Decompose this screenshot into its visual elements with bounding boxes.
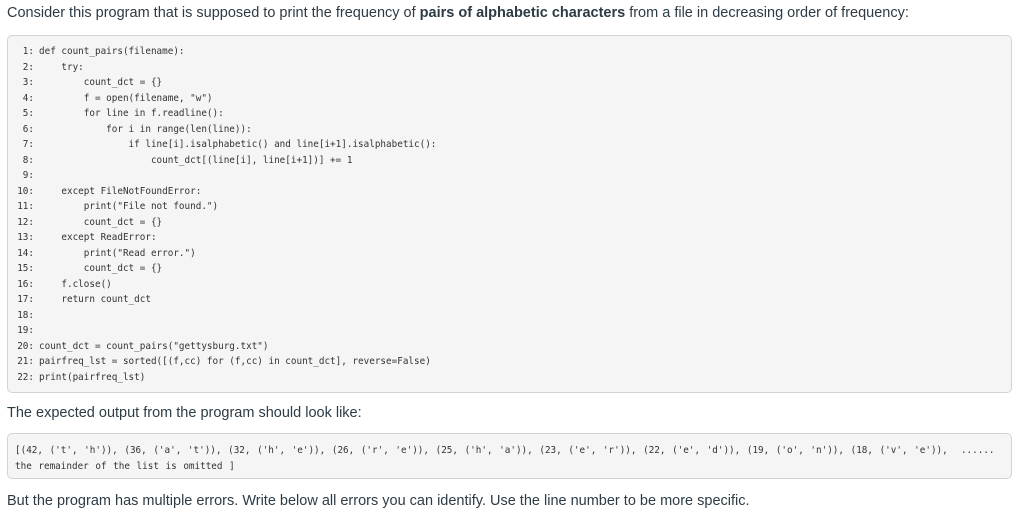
code-line: 19:: [8, 323, 1011, 339]
intro-before: Consider this program that is supposed t…: [7, 5, 420, 21]
line-code: print("Read error."): [39, 247, 196, 259]
line-number: 22:: [17, 371, 34, 383]
line-code: count_dct[(line[i], line[i+1])] += 1: [39, 154, 353, 166]
line-number: 20:: [17, 340, 34, 352]
line-number: 3:: [22, 77, 34, 88]
line-code: if line[i].isalphabetic() and line[i+1].…: [39, 139, 437, 150]
line-code: for line in f.readline():: [39, 108, 224, 119]
intro-after: from a file in decreasing order of frequ…: [625, 5, 909, 21]
line-code: f.close(): [39, 278, 112, 290]
line-code: print(pairfreq_lst): [39, 371, 146, 383]
code-line: 9:: [8, 168, 1011, 184]
line-number: 6:: [22, 123, 34, 135]
line-number: 8:: [22, 154, 34, 166]
code-line: 1: def count_pairs(filename):: [8, 44, 1011, 60]
code-line: 5: for line in f.readline():: [8, 106, 1011, 122]
line-number: 7:: [22, 139, 34, 150]
expected-label: The expected output from the program sho…: [7, 405, 362, 421]
code-line: 2: try:: [8, 60, 1011, 76]
line-number: 9:: [22, 170, 34, 181]
expected-output-block: [(42, ('t', 'h')), (36, ('a', 't')), (32…: [7, 433, 1012, 479]
line-number: 4:: [22, 92, 34, 104]
code-line: 18:: [8, 308, 1011, 324]
line-code: for i in range(len(line)):: [39, 123, 252, 135]
line-number: 18:: [17, 309, 34, 321]
code-line: 7: if line[i].isalphabetic() and line[i+…: [8, 137, 1011, 153]
code-line: 10: except FileNotFoundError:: [8, 184, 1011, 200]
line-number: 11:: [17, 201, 34, 212]
line-code: pairfreq_lst = sorted([(f,cc) for (f,cc)…: [39, 356, 431, 367]
line-number: 5:: [22, 108, 34, 119]
intro-bold: pairs of alphabetic characters: [419, 5, 626, 21]
line-code: return count_dct: [39, 294, 151, 305]
code-line: 17: return count_dct: [8, 292, 1011, 308]
line-number: 2:: [22, 61, 34, 73]
intro-text: Consider this program that is supposed t…: [7, 5, 909, 21]
code-line: 3: count_dct = {}: [8, 75, 1011, 91]
line-code: print("File not found."): [39, 201, 219, 212]
line-number: 17:: [17, 294, 34, 305]
line-code: except FileNotFoundError:: [39, 185, 202, 197]
code-block: 1: def count_pairs(filename): 2: try: 3: co…: [7, 35, 1012, 393]
code-line: 22: print(pairfreq_lst): [8, 370, 1011, 386]
code-line: 11: print("File not found."): [8, 199, 1011, 215]
line-code: count_dct = {}: [39, 216, 163, 228]
line-code: f = open(filename, "w"): [39, 92, 213, 104]
line-number: 10:: [17, 185, 34, 197]
code-line: 6: for i in range(len(line)):: [8, 122, 1011, 138]
line-code: except ReadError:: [39, 232, 157, 243]
code-line: 4: f = open(filename, "w"): [8, 91, 1011, 107]
line-code: def count_pairs(filename):: [39, 46, 185, 57]
line-number: 15:: [17, 263, 34, 274]
line-number: 16:: [17, 278, 34, 290]
code-line: 12: count_dct = {}: [8, 215, 1011, 231]
code-line: 20: count_dct = count_pairs("gettysburg.t…: [8, 339, 1011, 355]
line-code: count_dct = {}: [39, 263, 163, 274]
line-code: count_dct = count_pairs("gettysburg.txt"…: [39, 340, 269, 352]
line-code: count_dct = {}: [39, 77, 163, 88]
code-line: 8: count_dct[(line[i], line[i+1])] += 1: [8, 153, 1011, 169]
code-line: 16: f.close(): [8, 277, 1011, 293]
line-number: 13:: [17, 232, 34, 243]
line-number: 21:: [17, 356, 34, 367]
code-line: 14: print("Read error."): [8, 246, 1011, 262]
line-code: try:: [39, 61, 84, 73]
code-line: 13: except ReadError:: [8, 230, 1011, 246]
question-text: But the program has multiple errors. Wri…: [7, 493, 750, 509]
code-line: 15: count_dct = {}: [8, 261, 1011, 277]
line-number: 14:: [17, 247, 34, 259]
line-number: 1:: [22, 46, 34, 57]
code-line: 21: pairfreq_lst = sorted([(f,cc) for (f,…: [8, 354, 1011, 370]
line-number: 19:: [17, 325, 34, 336]
line-number: 12:: [17, 216, 34, 228]
